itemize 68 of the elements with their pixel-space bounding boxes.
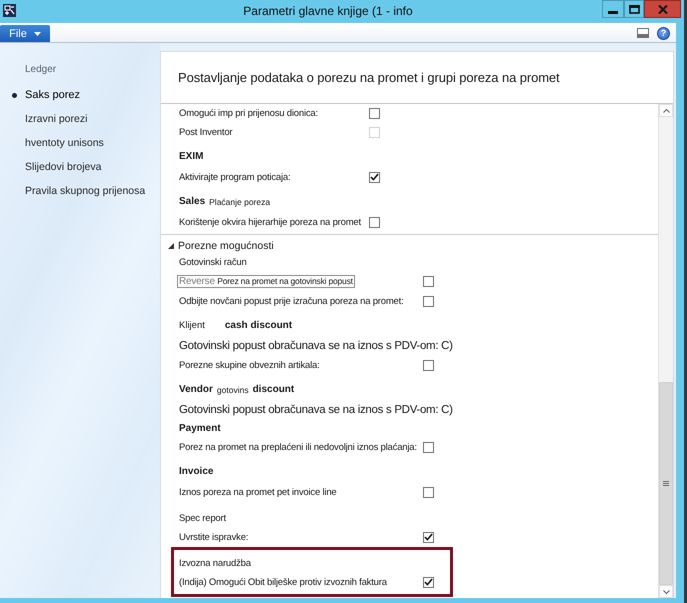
- subheading: Izvozna narudžba: [179, 558, 251, 569]
- triangle-icon[interactable]: [168, 243, 174, 249]
- info-text: Gotovinski popust obračunava se na iznos s PDV-om: C): [179, 340, 453, 352]
- checkmark-icon: [370, 173, 379, 181]
- subheading: Spec report: [179, 513, 226, 524]
- checkbox-label: Aktivirajte program poticaja:: [178, 170, 292, 184]
- checkbox[interactable]: [369, 216, 380, 228]
- checkmark-icon: [424, 533, 433, 541]
- close-button[interactable]: [644, 0, 681, 18]
- sidebar-item[interactable]: hventoty unisons: [0, 131, 160, 155]
- info-text: Gotovinski popust obračunava se na iznos s PDV-om: C): [179, 404, 453, 416]
- checkbox[interactable]: [423, 576, 434, 588]
- checkbox-label: Uvrstite ispravke:: [178, 530, 250, 544]
- grip-icon: [663, 481, 669, 486]
- checkbox-label: Omogući imp pri prijenosu dionica:: [178, 106, 319, 120]
- minimize-button[interactable]: [602, 0, 624, 18]
- caption-text: Plaćanje poreza: [209, 196, 270, 206]
- checkbox-label: Odbijte novčani popust prije izračuna poreza na promet:: [178, 294, 405, 308]
- caption-text: gotovins: [216, 384, 249, 394]
- checkbox-label: (Indija) Omogući Obit bilješke protiv izvoznih faktura: [178, 576, 388, 588]
- section-heading: cash discount: [224, 320, 292, 331]
- scroll-thumb[interactable]: [659, 382, 673, 585]
- sidebar-item[interactable]: Saks porez: [0, 83, 160, 107]
- checkbox[interactable]: [423, 442, 434, 452]
- scroll-up-button[interactable]: [659, 104, 673, 117]
- checkbox[interactable]: [369, 172, 380, 182]
- bullet-icon: [12, 92, 17, 98]
- section-heading: Payment: [179, 422, 221, 434]
- checkbox-label: Porez na promet na gotovinski popust: [217, 276, 353, 286]
- checkbox-label: Post Inventor: [178, 126, 234, 138]
- maximize-button[interactable]: [624, 0, 644, 18]
- caret-icon: [34, 32, 41, 36]
- file-menu-button[interactable]: File: [0, 25, 50, 42]
- checkbox[interactable]: [369, 108, 380, 118]
- minimize-icon: [608, 10, 618, 14]
- checkbox-label: Porezne skupine obveznih artikala:: [178, 358, 321, 372]
- scroll-down-button[interactable]: [659, 585, 673, 598]
- checkbox-label: Porez na promet na preplaćeni ili nedovoljni iznos plaćanja:: [178, 440, 418, 454]
- close-icon: [658, 4, 668, 14]
- checkbox[interactable]: [423, 296, 434, 306]
- field-label: Klijent: [179, 320, 205, 331]
- checkbox[interactable]: [423, 532, 434, 542]
- checkbox[interactable]: [423, 276, 434, 286]
- checkbox-label: Korištenje okvira hijerarhije poreza na promet: [178, 216, 362, 228]
- app-icon: [3, 4, 16, 17]
- checkbox[interactable]: [423, 486, 434, 498]
- prefix-label: Reverse: [179, 276, 215, 286]
- section-heading: discount: [252, 384, 294, 395]
- scrollbar[interactable]: [658, 104, 673, 598]
- sidebar-item[interactable]: Pravila skupnog prijenosa: [0, 179, 160, 203]
- sidebar-item[interactable]: Slijedovi brojeva: [0, 155, 160, 179]
- checkbox[interactable]: [423, 360, 434, 370]
- sidebar-heading: Ledger: [24, 63, 58, 77]
- caret-up-icon: [662, 108, 670, 112]
- section-heading: Sales: [179, 196, 206, 207]
- panel-title: Postavljanje podataka o porezu na promet i grupi poreza na promet: [178, 70, 560, 85]
- subheading: Gotovinski račun: [179, 257, 247, 268]
- section-heading: EXIM: [179, 151, 204, 162]
- section-heading: Invoice: [179, 466, 214, 477]
- group-header[interactable]: Porezne mogućnosti: [178, 240, 274, 252]
- pane-icon[interactable]: [637, 28, 649, 38]
- maximize-icon: [628, 4, 640, 14]
- window-title: Parametri glavne knjige (1 - info: [242, 3, 414, 20]
- sidebar-item[interactable]: Izravni porezi: [0, 107, 160, 131]
- caret-down-icon: [662, 590, 670, 594]
- checkmark-icon: [424, 578, 433, 586]
- section-heading: Vendor: [179, 384, 213, 395]
- checkbox-label: Iznos poreza na promet pet invoice line: [178, 486, 338, 498]
